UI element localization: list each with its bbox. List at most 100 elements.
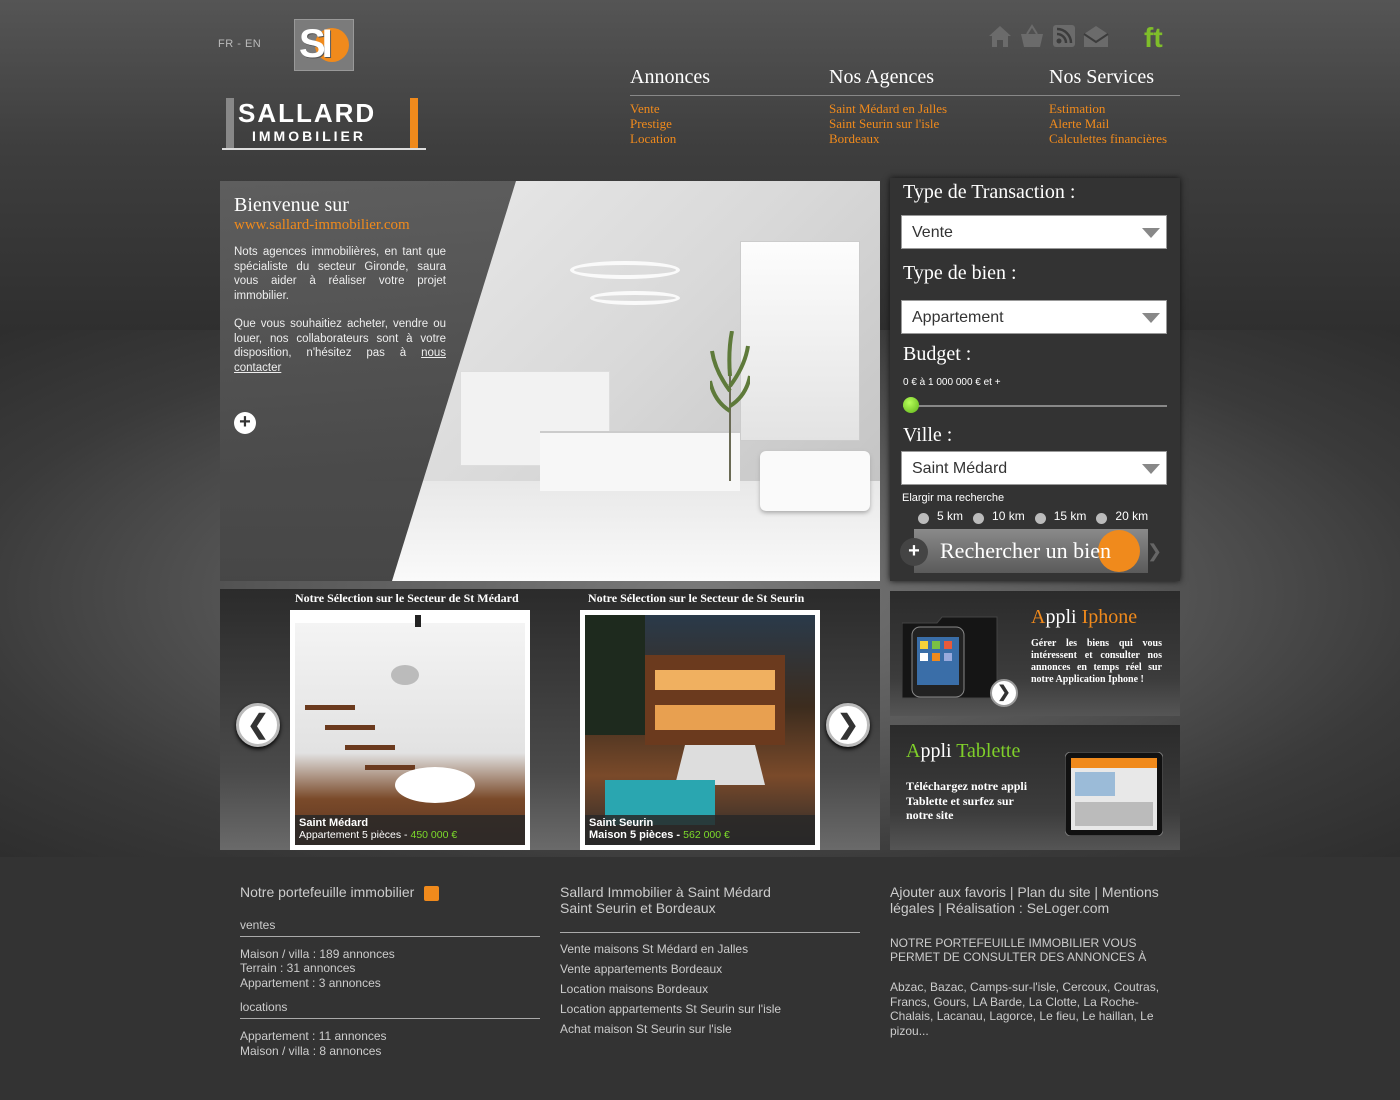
budget-slider[interactable] bbox=[903, 397, 1167, 413]
hero-plant bbox=[710, 331, 750, 481]
footer-seo-link[interactable]: Location maisons Bordeaux bbox=[560, 979, 860, 999]
nav-link-calculettes[interactable]: Calculettes financières bbox=[1049, 131, 1167, 146]
nav-link-st-seurin[interactable]: Saint Seurin sur l'isle bbox=[829, 116, 947, 131]
property-location: Saint Médard bbox=[299, 817, 369, 829]
property-card-st-seurin[interactable]: Saint Seurin Maison 5 pièces - 562 000 € bbox=[580, 610, 820, 850]
app-tablette-text: Téléchargez notre appli Tablette et surf… bbox=[906, 779, 1028, 822]
chevron-down-icon bbox=[1142, 228, 1160, 238]
footer-infos: Ajouter aux favoris | Plan du site | Men… bbox=[890, 884, 1170, 1038]
language-switcher[interactable]: FR - EN bbox=[218, 38, 261, 50]
hero-more-button[interactable]: + bbox=[234, 412, 256, 434]
app-tablette-panel[interactable]: Appli Tablette Téléchargez notre appli T… bbox=[890, 725, 1180, 850]
footer-location-item[interactable]: Maison / villa : 8 annonces bbox=[240, 1044, 540, 1059]
nav-link-bordeaux[interactable]: Bordeaux bbox=[829, 131, 947, 146]
radius-options: 5 km 10 km 15 km 20 km bbox=[918, 507, 1158, 524]
brand-underline bbox=[222, 148, 426, 150]
footer-seo-link[interactable]: Vente maisons St Médard en Jalles bbox=[560, 939, 860, 959]
footer-divider bbox=[560, 932, 860, 933]
bien-select-value: Appartement bbox=[912, 309, 1004, 326]
logo-mark: SI bbox=[299, 22, 333, 66]
hero-paragraph-2: Que vous souhaitiez acheter, vendre ou l… bbox=[234, 317, 446, 375]
nav-link-estimation[interactable]: Estimation bbox=[1049, 101, 1167, 116]
radius-5km[interactable]: 5 km bbox=[918, 507, 963, 524]
chevron-right-icon[interactable]: ❯ bbox=[990, 679, 1018, 707]
app-tablette-title: Appli Tablette bbox=[906, 740, 1021, 762]
rss-icon[interactable] bbox=[1050, 22, 1078, 50]
footer-legal-links[interactable]: Ajouter aux favoris | Plan du site | Men… bbox=[890, 884, 1170, 916]
footer-agences-title: Sallard Immobilier à Saint Médard Saint … bbox=[560, 884, 771, 916]
brand-bar-grey bbox=[226, 98, 234, 150]
footer-seo-link[interactable]: Location appartements St Seurin sur l'is… bbox=[560, 999, 860, 1019]
footer-portefeuille: Notre portefeuille immobilier ventes Mai… bbox=[240, 884, 540, 1058]
nav-link-prestige[interactable]: Prestige bbox=[630, 116, 710, 131]
property-price: 562 000 € bbox=[683, 829, 730, 841]
radius-15km[interactable]: 15 km bbox=[1034, 507, 1087, 524]
hero-description: Nots agences immobilières, en tant que s… bbox=[234, 245, 446, 375]
house-illustration bbox=[585, 615, 785, 825]
radius-10km[interactable]: 10 km bbox=[973, 507, 1025, 524]
nav-title-annonces[interactable]: Annonces bbox=[630, 66, 710, 89]
iphone-folder-icon bbox=[902, 616, 998, 699]
nav-link-vente[interactable]: Vente bbox=[630, 101, 710, 116]
transaction-select-value: Vente bbox=[912, 224, 953, 241]
carousel-next-button[interactable]: ❯ bbox=[826, 703, 870, 747]
footer-location-item[interactable]: Appartement : 11 annonces bbox=[240, 1029, 540, 1044]
nav-link-location[interactable]: Location bbox=[630, 131, 710, 146]
selection-title-st-medard: Notre Sélection sur le Secteur de St Méd… bbox=[295, 591, 519, 605]
footer-ventes-label: ventes bbox=[240, 917, 276, 932]
budget-slider-handle[interactable] bbox=[903, 397, 919, 413]
nav-link-alerte[interactable]: Alerte Mail bbox=[1049, 116, 1167, 131]
footer-seo-link[interactable]: Vente appartements Bordeaux bbox=[560, 959, 860, 979]
staircase-illustration bbox=[295, 615, 525, 803]
ville-label: Ville : bbox=[903, 424, 953, 446]
bien-select[interactable]: Appartement bbox=[901, 300, 1167, 334]
hero-window bbox=[740, 241, 860, 441]
hero-url[interactable]: www.sallard-immobilier.com bbox=[234, 217, 410, 234]
basket-icon[interactable] bbox=[1018, 22, 1046, 50]
nav-title-services[interactable]: Nos Services bbox=[1049, 66, 1167, 89]
brand-name: SALLARD bbox=[238, 98, 377, 128]
header-icons bbox=[986, 22, 1110, 50]
radio-button[interactable] bbox=[1034, 513, 1046, 524]
footer-locations-label: locations bbox=[240, 1000, 288, 1015]
ville-select[interactable]: Saint Médard bbox=[901, 451, 1167, 485]
social-links-icon[interactable]: ft bbox=[1144, 22, 1163, 54]
selection-title-st-seurin: Notre Sélection sur le Secteur de St Seu… bbox=[588, 591, 805, 605]
property-caption: Saint Médard Appartement 5 pièces - 450 … bbox=[295, 815, 525, 845]
footer-cities-heading: NOTRE PORTEFEUILLE IMMOBILIER VOUS PERME… bbox=[890, 936, 1147, 964]
nav-services: Nos Services Estimation Alerte Mail Calc… bbox=[1049, 66, 1167, 146]
brand-logo[interactable]: SALLARD IMMOBILIER bbox=[222, 96, 426, 154]
nav-link-st-medard[interactable]: Saint Médard en Jalles bbox=[829, 101, 947, 116]
rss-icon[interactable] bbox=[424, 885, 440, 901]
footer-portefeuille-title: Notre portefeuille immobilier bbox=[240, 884, 540, 901]
footer-vente-item[interactable]: Maison / villa : 189 annonces bbox=[240, 947, 540, 962]
radius-label: 20 km bbox=[1115, 508, 1149, 523]
search-button[interactable]: Rechercher un bien bbox=[914, 529, 1148, 573]
radio-button[interactable] bbox=[973, 513, 985, 524]
radius-label: 10 km bbox=[992, 508, 1025, 523]
radius-20km[interactable]: 20 km bbox=[1096, 507, 1148, 524]
footer-vente-item[interactable]: Terrain : 31 annonces bbox=[240, 961, 540, 976]
footer-agences: Sallard Immobilier à Saint Médard Saint … bbox=[560, 884, 860, 1039]
mail-icon[interactable] bbox=[1082, 22, 1110, 50]
footer-vente-item[interactable]: Appartement : 3 annonces bbox=[240, 976, 540, 991]
plus-icon: + bbox=[900, 538, 928, 566]
property-card-st-medard[interactable]: Saint Médard Appartement 5 pièces - 450 … bbox=[290, 610, 530, 850]
carousel-prev-button[interactable]: ❮ bbox=[236, 703, 280, 747]
nav-title-agences[interactable]: Nos Agences bbox=[829, 66, 947, 89]
hero-lamp bbox=[590, 291, 680, 305]
app-iphone-panel[interactable]: ❯ Appli Iphone Gérer les biens qui vous … bbox=[890, 591, 1180, 716]
si-logo[interactable]: SI bbox=[294, 19, 354, 71]
hero-lamp bbox=[570, 261, 680, 279]
home-icon[interactable] bbox=[986, 22, 1014, 50]
transaction-select[interactable]: Vente bbox=[901, 215, 1167, 249]
footer-divider bbox=[240, 935, 540, 937]
footer-seo-link[interactable]: Achat maison St Seurin sur l'isle bbox=[560, 1019, 860, 1039]
property-caption: Saint Seurin Maison 5 pièces - 562 000 € bbox=[585, 815, 815, 845]
tablet-icon bbox=[1065, 752, 1163, 836]
radio-button[interactable] bbox=[918, 513, 929, 524]
radius-label: 15 km bbox=[1053, 508, 1087, 523]
radio-button[interactable] bbox=[1096, 513, 1108, 524]
hero-sofa bbox=[760, 451, 870, 511]
footer-divider bbox=[240, 1018, 540, 1020]
